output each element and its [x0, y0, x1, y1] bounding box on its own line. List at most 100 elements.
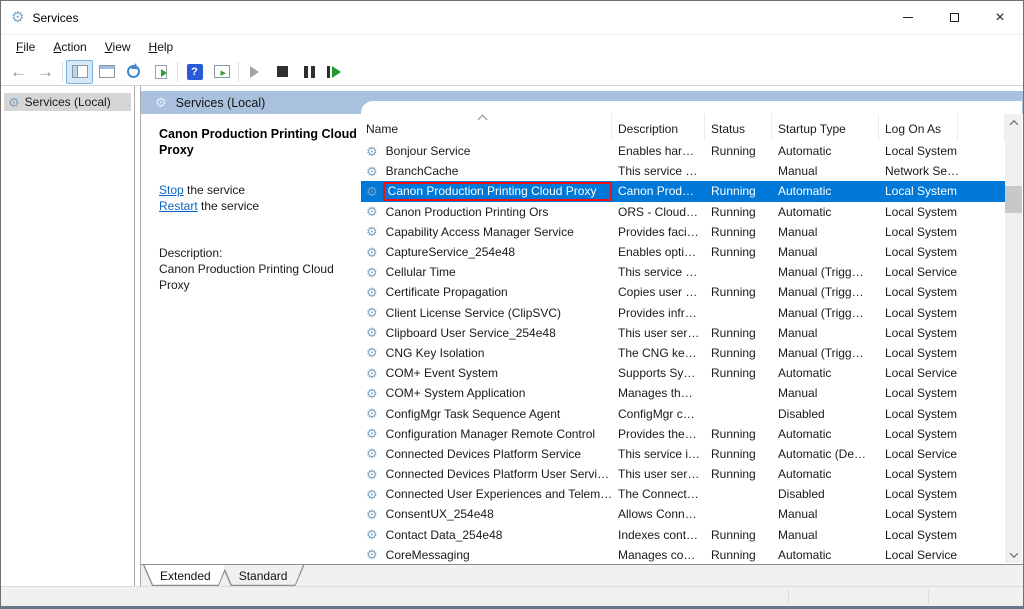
- scroll-up-button[interactable]: [1005, 114, 1022, 131]
- table-row[interactable]: ⚙ COM+ Event System Supports Sy… Running…: [361, 363, 1005, 383]
- main-area: ⚙ Services (Local) ⚙ Services (Local) Ca…: [1, 86, 1023, 586]
- service-log-on-as-cell: Local System: [879, 306, 958, 320]
- menu-view[interactable]: View: [96, 37, 140, 57]
- scrollbar-thumb[interactable]: [1005, 186, 1022, 213]
- minimize-button[interactable]: [885, 1, 931, 34]
- console-tree-icon: [72, 65, 88, 78]
- service-name: Contact Data_254e48: [383, 525, 612, 544]
- scroll-down-button[interactable]: [1005, 546, 1022, 563]
- service-description-cell: Manages th…: [612, 386, 705, 400]
- stop-service-link[interactable]: Stop: [159, 183, 184, 197]
- table-row[interactable]: ⚙ ConfigMgr Task Sequence Agent ConfigMg…: [361, 403, 1005, 423]
- service-startup-type-cell: Manual: [772, 528, 879, 542]
- service-log-on-as-cell: Local System: [879, 205, 958, 219]
- close-button[interactable]: ×: [977, 1, 1023, 34]
- menu-help[interactable]: Help: [140, 37, 183, 57]
- maximize-icon: [950, 13, 959, 22]
- service-name-cell: ⚙ CNG Key Isolation: [361, 343, 612, 362]
- stop-service-button[interactable]: [269, 60, 296, 84]
- service-startup-type-cell: Manual (Trigg…: [772, 285, 879, 299]
- maximize-button[interactable]: [931, 1, 977, 34]
- service-name: CoreMessaging: [383, 545, 612, 563]
- tab-extended[interactable]: Extended: [143, 565, 228, 586]
- service-name-cell: ⚙ COM+ System Application: [361, 384, 612, 403]
- service-description-panel: Canon Production Printing Cloud Proxy St…: [159, 126, 364, 293]
- service-name: CaptureService_254e48: [383, 243, 612, 262]
- table-row[interactable]: ⚙ ConsentUX_254e48 Allows Conn… Manual L…: [361, 504, 1005, 524]
- services-node-icon: ⚙: [8, 96, 20, 109]
- restart-service-button[interactable]: [323, 60, 350, 84]
- service-startup-type-cell: Manual: [772, 326, 879, 340]
- column-header-name[interactable]: Name: [361, 114, 612, 141]
- column-header-log-on-as[interactable]: Log On As: [879, 114, 958, 141]
- table-row[interactable]: ⚙ COM+ System Application Manages th… Ma…: [361, 383, 1005, 403]
- service-name: Configuration Manager Remote Control: [383, 424, 612, 443]
- description-text: Canon Production Printing Cloud Proxy: [159, 261, 364, 293]
- table-row[interactable]: ⚙ Connected Devices Platform Service Thi…: [361, 444, 1005, 464]
- table-row[interactable]: ⚙ Cellular Time This service … Manual (T…: [361, 262, 1005, 282]
- column-header-status[interactable]: Status: [705, 114, 772, 141]
- table-row[interactable]: ⚙ Configuration Manager Remote Control P…: [361, 424, 1005, 444]
- restart-service-link[interactable]: Restart: [159, 199, 198, 213]
- table-row[interactable]: ⚙ Connected Devices Platform User Servi……: [361, 464, 1005, 484]
- service-status-cell: Running: [705, 528, 772, 542]
- toolbar-separator: [62, 62, 63, 82]
- back-button[interactable]: ←: [5, 60, 32, 84]
- table-row[interactable]: ⚙ Bonjour Service Enables har… Running A…: [361, 141, 1005, 161]
- service-gear-icon: ⚙: [366, 367, 378, 380]
- service-gear-icon: ⚙: [366, 225, 378, 238]
- export-list-button[interactable]: [147, 60, 174, 84]
- service-name: ConfigMgr Task Sequence Agent: [383, 404, 612, 423]
- table-row[interactable]: ⚙ Canon Production Printing Cloud Proxy …: [361, 181, 1005, 201]
- table-row[interactable]: ⚙ CoreMessaging Manages co… Running Auto…: [361, 545, 1005, 563]
- table-row[interactable]: ⚙ Connected User Experiences and Telem… …: [361, 484, 1005, 504]
- table-row[interactable]: ⚙ CaptureService_254e48 Enables opti… Ru…: [361, 242, 1005, 262]
- service-description-cell: The Connect…: [612, 487, 705, 501]
- service-status-cell: Running: [705, 225, 772, 239]
- service-startup-type-cell: Automatic: [772, 144, 879, 158]
- show-console-tree-button[interactable]: [66, 60, 93, 84]
- extended-view-pane: ⚙ Services (Local) Canon Production Prin…: [140, 86, 1023, 586]
- forward-button[interactable]: →: [32, 60, 59, 84]
- minimize-icon: [903, 17, 913, 18]
- table-row[interactable]: ⚙ Contact Data_254e48 Indexes cont… Runn…: [361, 525, 1005, 545]
- service-gear-icon: ⚙: [366, 548, 378, 561]
- refresh-button[interactable]: [120, 60, 147, 84]
- status-bar: [1, 586, 1023, 607]
- service-gear-icon: ⚙: [366, 145, 378, 158]
- service-log-on-as-cell: Local System: [879, 245, 958, 259]
- service-name: Client License Service (ClipSVC): [383, 303, 612, 322]
- service-name-cell: ⚙ Cellular Time: [361, 263, 612, 282]
- help-icon: ?: [187, 64, 203, 80]
- pause-icon: [304, 66, 315, 78]
- service-status-cell: Running: [705, 285, 772, 299]
- service-description-cell: The CNG ke…: [612, 346, 705, 360]
- table-row[interactable]: ⚙ CNG Key Isolation The CNG ke… Running …: [361, 343, 1005, 363]
- table-row[interactable]: ⚙ Canon Production Printing Ors ORS - Cl…: [361, 202, 1005, 222]
- service-status-cell: Running: [705, 467, 772, 481]
- table-row[interactable]: ⚙ Client License Service (ClipSVC) Provi…: [361, 303, 1005, 323]
- tab-standard[interactable]: Standard: [222, 565, 305, 586]
- service-name: Connected Devices Platform Service: [383, 444, 612, 463]
- pause-service-button[interactable]: [296, 60, 323, 84]
- service-log-on-as-cell: Local System: [879, 386, 958, 400]
- table-row[interactable]: ⚙ BranchCache This service … Manual Netw…: [361, 161, 1005, 181]
- vertical-scrollbar[interactable]: [1005, 114, 1022, 563]
- service-status-cell: Running: [705, 548, 772, 562]
- window-title: Services: [32, 11, 78, 25]
- service-startup-type-cell: Automatic: [772, 427, 879, 441]
- table-row[interactable]: ⚙ Certificate Propagation Copies user … …: [361, 282, 1005, 302]
- properties-button[interactable]: [93, 60, 120, 84]
- column-header-startup-type[interactable]: Startup Type: [772, 114, 879, 141]
- menu-action[interactable]: Action: [44, 37, 95, 57]
- service-gear-icon: ⚙: [366, 488, 378, 501]
- show-action-pane-button[interactable]: ▶: [208, 60, 235, 84]
- table-row[interactable]: ⚙ Clipboard User Service_254e48 This use…: [361, 323, 1005, 343]
- menu-file[interactable]: File: [7, 37, 44, 57]
- help-button[interactable]: ?: [181, 60, 208, 84]
- start-service-button[interactable]: [242, 60, 269, 84]
- table-row[interactable]: ⚙ Capability Access Manager Service Prov…: [361, 222, 1005, 242]
- tree-item-services-local[interactable]: ⚙ Services (Local): [4, 93, 131, 111]
- column-header-description[interactable]: Description: [612, 114, 705, 141]
- console-tree-pane: ⚙ Services (Local): [1, 86, 135, 586]
